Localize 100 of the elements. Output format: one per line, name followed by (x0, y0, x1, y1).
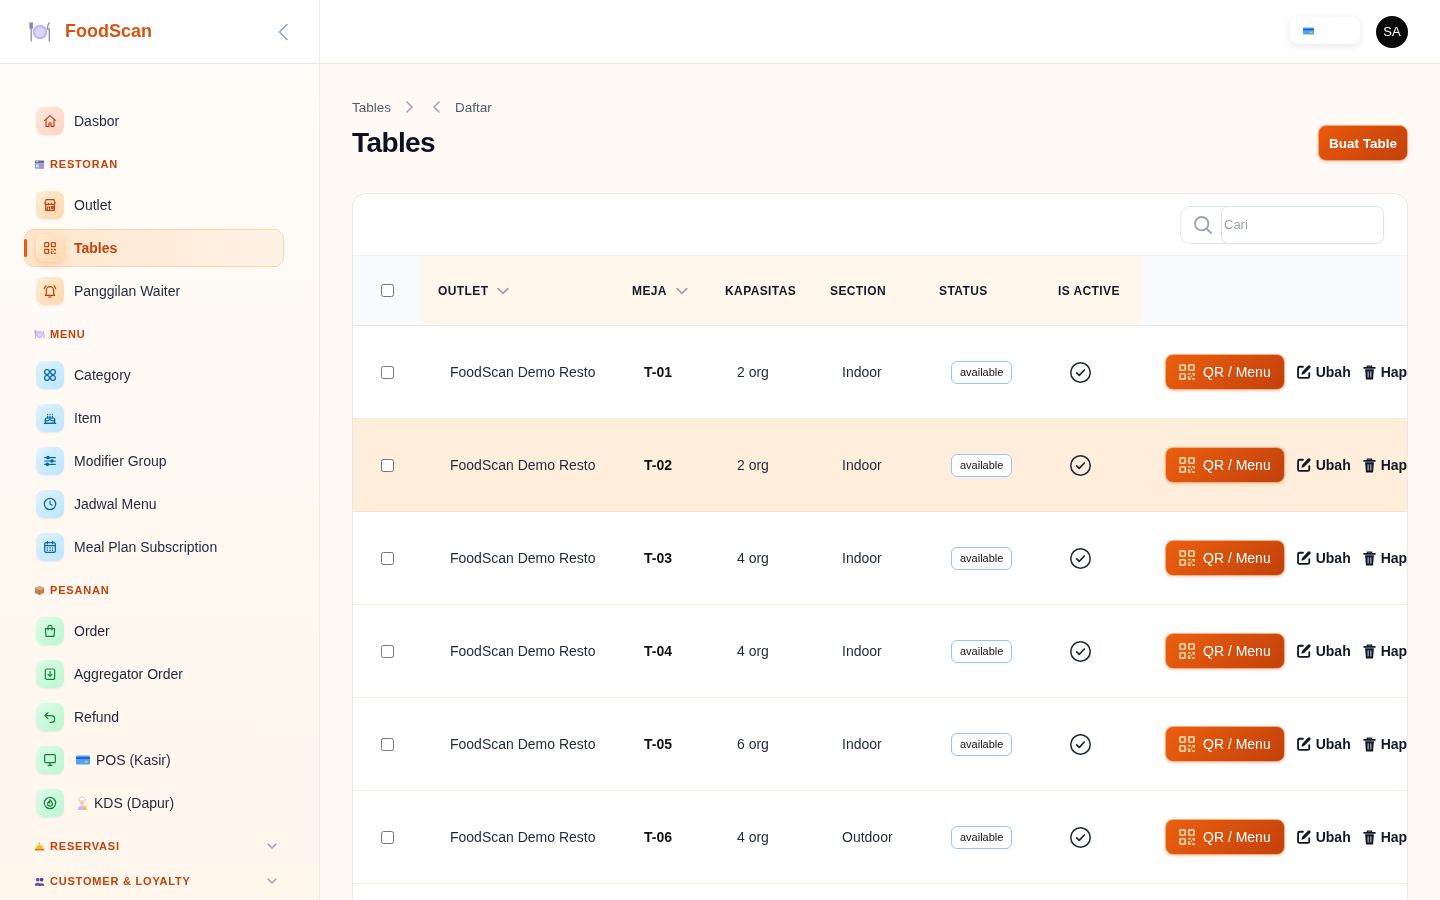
delete-button[interactable]: Hap (1362, 643, 1407, 659)
nav-item[interactable]: Tables (24, 229, 284, 267)
table-cell: FoodScan Demo Resto (450, 829, 596, 845)
status-badge: available (951, 639, 1013, 663)
edit-button[interactable]: Ubah (1296, 829, 1351, 845)
card-button[interactable] (1290, 17, 1360, 44)
table-cell: Indoor (842, 550, 882, 566)
row-checkbox[interactable] (381, 644, 394, 658)
chef-icon (76, 796, 88, 810)
delete-button[interactable]: Hap (1362, 736, 1407, 752)
breadcrumb-current: Daftar (455, 99, 492, 115)
table-cell: T-03 (644, 550, 672, 566)
qr-menu-button[interactable]: QR / Menu (1165, 447, 1285, 483)
table-cell: 4 org (737, 550, 769, 566)
breadcrumb-link[interactable]: Tables (352, 99, 392, 115)
status-badge: available (951, 732, 1013, 756)
table-cell: 4 org (737, 643, 769, 659)
chevron-left-icon (277, 22, 289, 41)
qr-code-icon (1179, 457, 1195, 473)
package-icon (34, 584, 45, 596)
flame-icon (36, 789, 64, 817)
trash-icon (1362, 364, 1376, 380)
nav-item[interactable]: Jadwal Menu (24, 485, 284, 523)
edit-button[interactable]: Ubah (1296, 550, 1351, 566)
clock-icon (36, 490, 64, 518)
table-cell: T-01 (644, 364, 672, 380)
table-cell: Indoor (842, 736, 882, 752)
page-title: Tables (352, 127, 436, 159)
row-checkbox[interactable] (381, 737, 394, 751)
nav-item[interactable]: Order (24, 612, 284, 650)
nav-item[interactable]: KDS (Dapur) (24, 784, 284, 822)
table-cell: FoodScan Demo Resto (450, 550, 596, 566)
create-table-button[interactable]: Buat Table (1318, 125, 1408, 161)
qr-menu-button[interactable]: QR / Menu (1165, 354, 1285, 390)
table-cell: T-04 (644, 643, 672, 659)
nav-item[interactable]: POS (Kasir) (24, 741, 284, 779)
delete-button[interactable]: Hap (1362, 550, 1407, 566)
column-header: IS ACTIVE (1058, 283, 1120, 298)
qr-code-icon (1179, 550, 1195, 566)
sliders-icon (36, 447, 64, 475)
nav-item[interactable]: Category (24, 356, 284, 394)
nav-item[interactable]: Panggilan Waiter (24, 272, 284, 310)
section-header[interactable]: RESTORAN (24, 148, 284, 180)
row-checkbox[interactable] (381, 458, 394, 472)
row-checkbox[interactable] (381, 551, 394, 565)
edit-icon (1296, 737, 1311, 751)
delete-button[interactable]: Hap (1362, 829, 1407, 845)
section-header[interactable]: PESANAN (24, 574, 284, 606)
search-input[interactable]: Cari (1221, 205, 1384, 244)
qr-code-icon (1179, 736, 1195, 752)
card-icon (1303, 26, 1314, 35)
avatar[interactable]: SA (1376, 15, 1408, 48)
column-header[interactable]: OUTLET (438, 283, 510, 298)
qr-menu-button[interactable]: QR / Menu (1165, 633, 1285, 669)
people-icon (34, 875, 45, 887)
row-checkbox[interactable] (381, 830, 394, 844)
table-cell: FoodScan Demo Resto (450, 457, 596, 473)
column-header[interactable]: MEJA (632, 283, 688, 298)
nav-item[interactable]: Aggregator Order (24, 655, 284, 693)
nav-item[interactable]: Item (24, 399, 284, 437)
table-cell: T-06 (644, 829, 672, 845)
calendar-icon (36, 533, 64, 561)
row-checkbox[interactable] (381, 365, 394, 379)
qr-menu-button[interactable]: QR / Menu (1165, 540, 1285, 576)
delete-button[interactable]: Hap (1362, 364, 1407, 380)
nav-item[interactable]: Dasbor (24, 102, 284, 140)
edit-icon (1296, 365, 1311, 379)
table-cell: FoodScan Demo Resto (450, 364, 596, 380)
bell-icon (36, 277, 64, 305)
nav-item[interactable]: Modifier Group (24, 442, 284, 480)
qr-menu-button[interactable]: QR / Menu (1165, 819, 1285, 855)
edit-icon (1296, 551, 1311, 565)
status-badge: available (951, 825, 1013, 849)
edit-button[interactable]: Ubah (1296, 457, 1351, 473)
select-all-checkbox[interactable] (381, 284, 394, 297)
nav-item[interactable]: Meal Plan Subscription (24, 528, 284, 566)
status-badge: available (951, 546, 1013, 570)
edit-button[interactable]: Ubah (1296, 364, 1351, 380)
section-header[interactable]: RESERVASI (24, 830, 284, 862)
table-cell: Outdoor (842, 829, 893, 845)
nav-item[interactable]: Outlet (24, 186, 284, 224)
nav-item[interactable]: Refund (24, 698, 284, 736)
table-cell: 2 org (737, 457, 769, 473)
edit-button[interactable]: Ubah (1296, 643, 1351, 659)
table-cell: Indoor (842, 364, 882, 380)
delete-button[interactable]: Hap (1362, 457, 1407, 473)
cake-icon (36, 404, 64, 432)
qr-code-icon (36, 234, 64, 262)
tray-download-icon (36, 660, 64, 688)
table-cell: FoodScan Demo Resto (450, 643, 596, 659)
edit-button[interactable]: Ubah (1296, 736, 1351, 752)
edit-icon (1296, 830, 1311, 844)
shopping-bag-icon (36, 617, 64, 645)
undo-arrow-icon (36, 703, 64, 731)
plate-cutlery-icon (28, 19, 52, 44)
section-header[interactable]: MENU (24, 318, 284, 350)
search-box[interactable]: Cari (1180, 205, 1384, 244)
collapse-button[interactable] (277, 22, 289, 41)
qr-menu-button[interactable]: QR / Menu (1165, 726, 1285, 762)
section-header[interactable]: CUSTOMER & LOYALTY (24, 865, 284, 897)
